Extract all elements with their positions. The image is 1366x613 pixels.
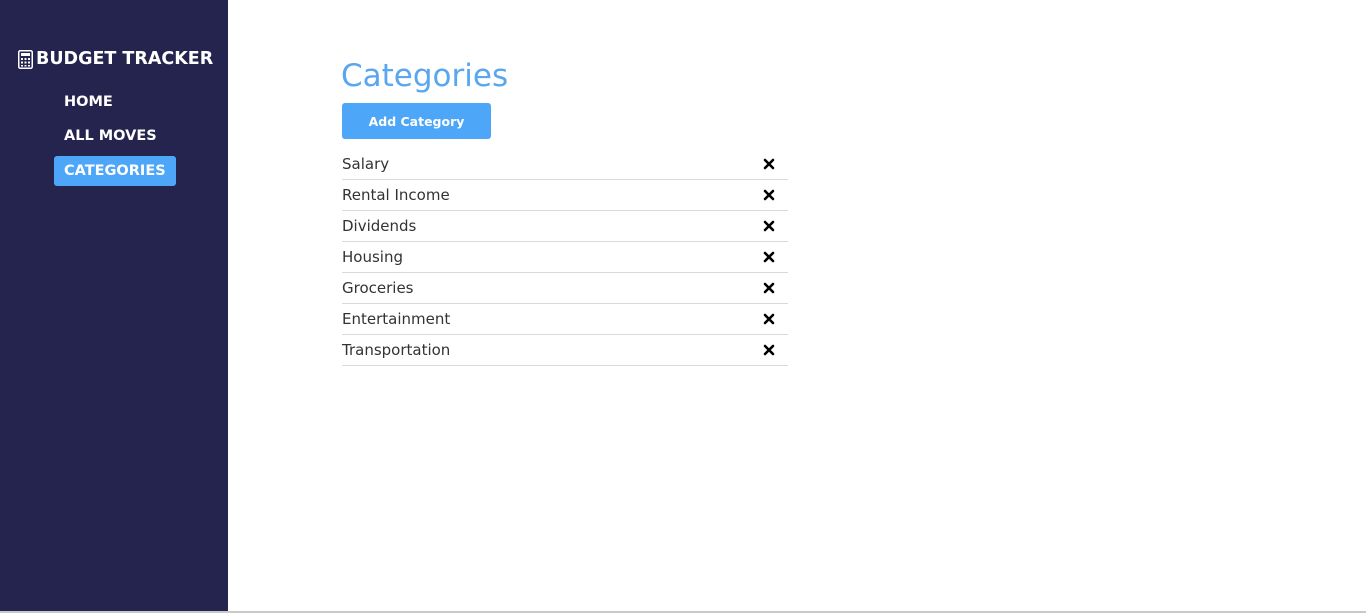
list-item: Salary [342,149,788,180]
close-icon[interactable] [762,250,776,264]
sidebar-item-label: HOME [64,94,113,110]
category-name: Groceries [342,279,414,297]
category-name: Rental Income [342,186,450,204]
category-list: Salary Rental Income Dividends Housing G… [342,149,788,366]
sidebar-item-label: CATEGORIES [64,163,166,179]
category-name: Transportation [342,341,451,359]
sidebar-item-label: ALL MOVES [64,128,157,144]
category-name: Housing [342,248,403,266]
add-category-button[interactable]: Add Category [342,103,491,139]
category-name: Dividends [342,217,417,235]
close-icon[interactable] [762,157,776,171]
close-icon[interactable] [762,219,776,233]
list-item: Rental Income [342,180,788,211]
close-icon[interactable] [762,281,776,295]
list-item: Groceries [342,273,788,304]
page-title: Categories [341,58,509,94]
category-name: Salary [342,155,390,173]
list-item: Housing [342,242,788,273]
close-icon[interactable] [762,312,776,326]
sidebar-item-all-moves[interactable]: ALL MOVES [54,121,167,151]
calculator-icon [18,49,33,69]
list-item: Transportation [342,335,788,366]
close-icon[interactable] [762,343,776,357]
category-name: Entertainment [342,310,451,328]
sidebar-item-categories[interactable]: CATEGORIES [54,156,176,186]
brand-title: BUDGET TRACKER [36,49,214,69]
sidebar: BUDGET TRACKER HOME ALL MOVES CATEGORIES [0,0,228,611]
close-icon[interactable] [762,188,776,202]
sidebar-item-home[interactable]: HOME [54,87,123,117]
list-item: Dividends [342,211,788,242]
brand[interactable]: BUDGET TRACKER [18,47,213,71]
list-item: Entertainment [342,304,788,335]
